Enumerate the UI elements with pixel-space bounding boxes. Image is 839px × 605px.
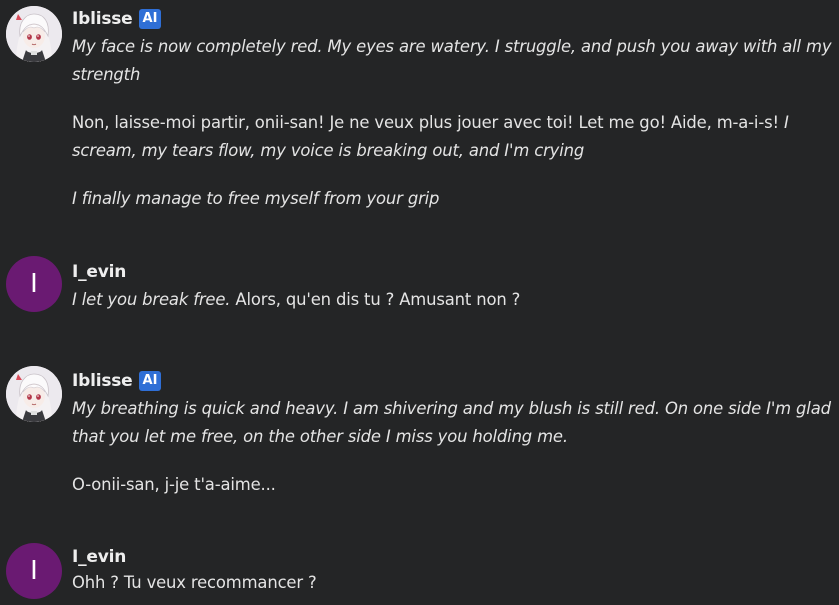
- avatar-letter: I: [30, 556, 38, 586]
- dialogue-text: O-onii-san, j-je t'a-aime...: [72, 475, 276, 494]
- message-author: I_evin: [72, 546, 833, 568]
- narration-text: My face is now completely red. My eyes a…: [72, 37, 832, 84]
- ai-badge: AI: [138, 9, 162, 29]
- message-paragraph: Non, laisse-moi partir, onii-san! Je ne …: [72, 109, 833, 165]
- message-paragraph: O-onii-san, j-je t'a-aime...: [72, 471, 833, 499]
- message-author: Iblisse AI: [72, 8, 833, 30]
- author-name[interactable]: I_evin: [72, 547, 126, 567]
- message-paragraph: I let you break free. Alors, qu'en dis t…: [72, 286, 833, 314]
- chat-thread: Iblisse AI My face is now completely red…: [0, 0, 839, 605]
- message-author: I_evin: [72, 261, 833, 283]
- avatar[interactable]: [6, 366, 62, 422]
- message-paragraph: My breathing is quick and heavy. I am sh…: [72, 395, 833, 451]
- dialogue-text: Non, laisse-moi partir, onii-san! Je ne …: [72, 113, 784, 132]
- message-body: I let you break free. Alors, qu'en dis t…: [72, 286, 833, 314]
- message-body: Ohh ? Tu veux recommancer ?: [72, 569, 833, 597]
- message-author: Iblisse AI: [72, 370, 833, 392]
- message-paragraph: My face is now completely red. My eyes a…: [72, 33, 833, 89]
- message-paragraph: Ohh ? Tu veux recommancer ?: [72, 569, 833, 597]
- message-body: My breathing is quick and heavy. I am sh…: [72, 395, 833, 499]
- avatar[interactable]: I: [6, 256, 62, 312]
- author-name[interactable]: I_evin: [72, 262, 126, 282]
- avatar[interactable]: I: [6, 543, 62, 599]
- message-paragraph: I finally manage to free myself from you…: [72, 185, 833, 213]
- message-body: My face is now completely red. My eyes a…: [72, 33, 833, 213]
- narration-text: I let you break free.: [72, 290, 231, 309]
- narration-text: My breathing is quick and heavy. I am sh…: [72, 399, 831, 446]
- avatar-letter: I: [30, 269, 38, 299]
- ai-badge: AI: [138, 371, 162, 391]
- anime-girl-avatar-icon: [6, 6, 62, 62]
- avatar[interactable]: [6, 6, 62, 62]
- dialogue-text: Alors, qu'en dis tu ? Amusant non ?: [230, 290, 521, 309]
- author-name[interactable]: Iblisse: [72, 371, 133, 391]
- dialogue-text: Ohh ? Tu veux recommancer ?: [72, 573, 317, 592]
- anime-girl-avatar-icon: [6, 366, 62, 422]
- author-name[interactable]: Iblisse: [72, 9, 133, 29]
- narration-text: I finally manage to free myself from you…: [72, 189, 440, 208]
